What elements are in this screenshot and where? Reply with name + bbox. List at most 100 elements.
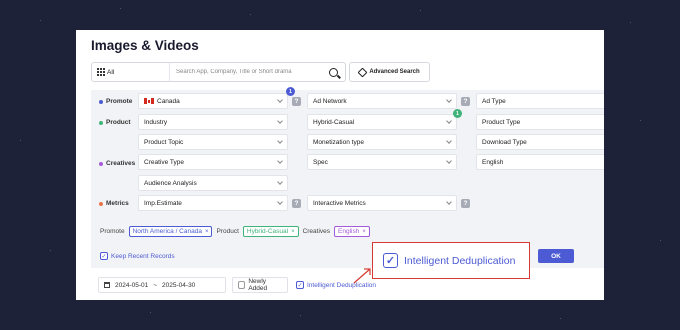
promote-country-dropdown[interactable]: Canada — [138, 93, 288, 109]
promote-dot — [99, 99, 103, 104]
summary-product-label: Product — [216, 228, 239, 235]
ad-type-dropdown[interactable]: Ad Type — [476, 93, 604, 109]
selected-filters-summary: Promote North America / Canada × Product… — [100, 226, 370, 237]
checkbox-icon — [238, 281, 246, 289]
check-icon: ✓ — [383, 253, 398, 268]
chevron-down-icon — [277, 138, 283, 144]
check-icon: ✓ — [100, 252, 108, 260]
cube-icon — [357, 67, 368, 77]
canada-flag-icon — [144, 98, 154, 104]
product-chip-label: Hybrid-Casual — [246, 228, 289, 235]
help-icon[interactable]: ? — [461, 97, 470, 106]
date-start: 2024-05-01 — [115, 281, 149, 289]
keep-recent-records-checkbox[interactable]: ✓ Keep Recent Records — [100, 252, 175, 260]
ad-network-dropdown[interactable]: Ad Network — [307, 93, 457, 109]
creative-type-value: Creative Type — [144, 158, 184, 166]
chevron-down-icon — [446, 158, 452, 164]
row-label-creatives: Creatives — [99, 160, 135, 167]
page-title: Images & Videos — [91, 38, 199, 53]
imp-estimate-dropdown[interactable]: Imp.Estimate — [138, 195, 288, 211]
genre-dropdown[interactable]: Hybrid-Casual — [307, 114, 457, 130]
callout-label: Intelligent Deduplication — [404, 254, 516, 267]
close-icon[interactable]: × — [291, 229, 295, 235]
creatives-filter-chip: English × — [334, 226, 370, 237]
ad-type-value: Ad Type — [482, 97, 506, 105]
date-separator: ~ — [153, 281, 158, 289]
product-label: Product — [106, 119, 131, 126]
search-bar: All — [91, 62, 346, 82]
row-label-metrics: Metrics — [99, 200, 129, 207]
product-dot — [99, 120, 103, 125]
chevron-down-icon — [446, 199, 452, 205]
advanced-search-label: Advanced Search — [369, 69, 420, 75]
search-input[interactable] — [170, 63, 329, 81]
creatives-dot — [99, 161, 103, 166]
creative-type-dropdown[interactable]: Creative Type — [138, 154, 288, 170]
advanced-search-button[interactable]: Advanced Search — [349, 62, 430, 82]
row-label-promote: Promote — [99, 98, 132, 105]
creatives-label: Creatives — [106, 160, 136, 167]
audience-analysis-dropdown[interactable]: Audience Analysis — [138, 175, 288, 191]
search-icon[interactable] — [329, 67, 338, 77]
download-type-value: Download Type — [482, 138, 527, 146]
callout-arrow-icon — [353, 268, 371, 284]
newly-added-checkbox[interactable]: Newly Added — [232, 277, 288, 293]
metrics-label: Metrics — [106, 200, 129, 207]
keep-recent-label: Keep Recent Records — [111, 252, 175, 260]
check-icon: ✓ — [296, 281, 304, 289]
help-icon[interactable]: ? — [292, 97, 301, 106]
help-icon[interactable]: ? — [461, 199, 470, 208]
row-label-product: Product — [99, 119, 131, 126]
chevron-down-icon — [446, 118, 452, 124]
product-topic-value: Product Topic — [144, 138, 184, 146]
industry-value: Industry — [144, 118, 168, 126]
promote-count-badge: 1 — [286, 87, 295, 96]
chevron-down-icon — [277, 97, 283, 103]
product-topic-dropdown[interactable]: Product Topic — [138, 134, 288, 150]
dedup-callout: ✓ Intelligent Deduplication — [372, 242, 530, 279]
spec-dropdown[interactable]: Spec — [307, 154, 457, 170]
imp-estimate-value: Imp.Estimate — [144, 199, 182, 207]
product-type-dropdown[interactable]: Product Type — [476, 114, 604, 130]
genre-value: Hybrid-Casual — [313, 118, 355, 126]
promote-filter-chip: North America / Canada × — [128, 226, 213, 237]
product-filter-chip: Hybrid-Casual × — [242, 226, 299, 237]
language-dropdown[interactable]: English — [476, 154, 604, 170]
grid-icon — [97, 68, 105, 76]
help-icon[interactable]: ? — [292, 199, 301, 208]
download-type-dropdown[interactable]: Download Type — [476, 134, 604, 150]
search-scope-select[interactable]: All — [92, 63, 170, 81]
industry-dropdown[interactable]: Industry — [138, 114, 288, 130]
genre-count-badge: 1 — [453, 109, 462, 118]
date-end: 2025-04-30 — [162, 281, 196, 289]
ad-network-value: Ad Network — [313, 97, 347, 105]
promote-country-value: Canada — [157, 97, 180, 105]
chevron-down-icon — [446, 138, 452, 144]
calendar-icon — [104, 282, 110, 288]
interactive-metrics-dropdown[interactable]: Interactive Metrics — [307, 195, 457, 211]
chevron-down-icon — [446, 97, 452, 103]
search-scope-label: All — [107, 68, 115, 76]
promote-label: Promote — [106, 98, 133, 105]
newly-added-label: Newly Added — [248, 278, 268, 292]
summary-promote-label: Promote — [100, 228, 125, 235]
summary-creatives-label: Creatives — [302, 228, 331, 235]
date-range-picker[interactable]: 2024-05-01 ~ 2025-04-30 — [98, 277, 226, 293]
chevron-down-icon — [277, 118, 283, 124]
chevron-down-icon — [277, 158, 283, 164]
chevron-down-icon — [277, 199, 283, 205]
promote-chip-label: North America / Canada — [132, 228, 202, 235]
close-icon[interactable]: × — [362, 229, 366, 235]
monetization-type-value: Monetization type — [313, 138, 364, 146]
close-icon[interactable]: × — [205, 229, 209, 235]
product-type-value: Product Type — [482, 118, 521, 126]
ok-button[interactable]: OK — [538, 249, 574, 263]
audience-analysis-value: Audience Analysis — [144, 179, 197, 187]
metrics-dot — [99, 201, 103, 206]
spec-value: Spec — [313, 158, 328, 166]
language-value: English — [482, 158, 504, 166]
monetization-type-dropdown[interactable]: Monetization type — [307, 134, 457, 150]
chevron-down-icon — [277, 179, 283, 185]
interactive-metrics-value: Interactive Metrics — [313, 199, 366, 207]
creatives-chip-label: English — [338, 228, 360, 235]
